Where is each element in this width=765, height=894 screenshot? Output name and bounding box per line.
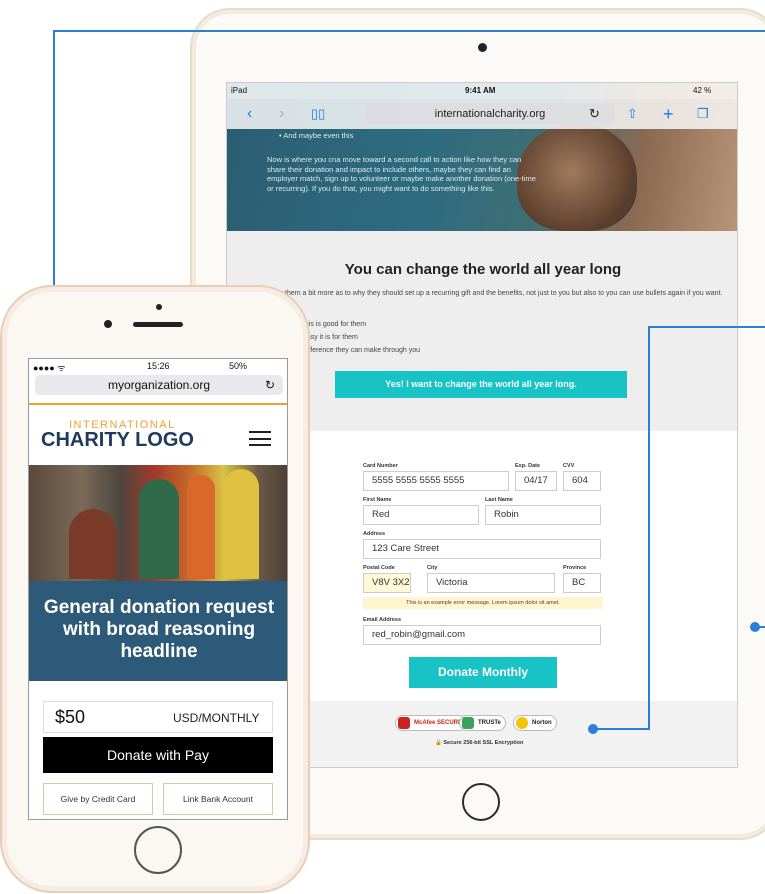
first-name-label: First Name [363,497,392,503]
card-number-input[interactable]: 5555 5555 5555 5555 [363,471,509,491]
device-label: iPad [231,86,248,95]
first-name-input[interactable]: Red [363,505,479,525]
section-heading: You can change the world all year long [344,261,622,278]
iphone-camera [104,320,112,328]
city-label: City [427,565,438,571]
iphone-status-bar: ●●●● ᯤ 15:26 50% [29,359,287,373]
bullet-item: easy it is for them [303,334,358,341]
last-name-input[interactable]: Robin [485,505,601,525]
photo-figure [69,509,117,579]
reload-icon[interactable]: ↻ [265,375,275,395]
ipad-status-bar: iPad 9:41 AM 42 % [227,83,737,99]
headline: General donation request with broad reas… [43,597,275,662]
iphone-speaker [133,322,183,327]
amount-value: $50 [55,707,86,727]
apple-pay-button[interactable]: Donate with Pay [43,737,273,773]
callout-line [648,326,650,730]
donate-monthly-button[interactable]: Donate Monthly [409,657,557,688]
truste-check-icon [462,717,474,729]
cvv-input[interactable]: 604 [563,471,601,491]
status-time: 15:26 [147,361,170,371]
address-bar[interactable]: myorganization.org ↻ [35,375,283,395]
credit-card-button[interactable]: Give by Credit Card [43,783,153,815]
iphone-sensor [156,304,162,310]
tabs-icon[interactable]: ❐ [697,104,709,124]
recurring-cta-button[interactable]: Yes! I want to change the world all year… [335,371,627,398]
postal-code-input[interactable]: V8V 3X2 [363,573,411,593]
new-tab-icon[interactable]: + [663,104,674,124]
exp-date-input[interactable]: 04/17 [515,471,557,491]
mcafee-badge: McAfee SECURE [395,715,468,731]
forward-icon[interactable]: › [279,104,284,124]
callout-line [648,326,765,328]
bookmarks-icon[interactable]: ▯▯ [311,104,325,124]
reload-icon[interactable]: ↻ [589,104,600,124]
battery-percent: 50% [229,361,248,371]
hero-bullet: • And maybe even this [279,131,354,140]
card-number-label: Card Number [363,463,398,469]
callout-dot [750,622,760,632]
logo-main-text: CHARITY LOGO [41,429,194,451]
cvv-label: CVV [563,463,575,469]
city-input[interactable]: Victoria [427,573,555,593]
truste-badge: TRUSTe [459,715,506,731]
norton-badge: Norton [513,715,557,731]
section-paragraph: them a bit more as to why they should se… [285,290,723,297]
ipad-home-button[interactable] [462,783,500,821]
bullet-item: this is good for them [303,321,367,328]
back-icon[interactable]: ‹ [247,104,252,124]
callout-line [53,30,765,32]
hamburger-menu-icon[interactable] [249,431,271,446]
address-label: Address [363,531,386,537]
share-icon[interactable]: ⇧ [627,104,638,124]
hero-text: Now is where you cna move toward a secon… [267,155,536,193]
callout-line [596,728,650,730]
error-message: This is an example error message. Lorem … [363,597,603,609]
lock-icon: 🔒 [435,740,442,746]
mcafee-shield-icon [398,717,410,729]
postal-code-label: Postal Code [363,565,395,571]
province-label: Province [563,565,587,571]
status-time: 9:41 AM [465,86,496,95]
province-input[interactable]: BC [563,573,601,593]
last-name-label: Last Name [485,497,513,503]
exp-date-label: Exp. Date [515,463,541,469]
bank-account-button[interactable]: Link Bank Account [163,783,273,815]
signal-icon: ●●●● ᯤ [33,363,66,373]
ssl-text: 🔒 Secure 256-bit SSL Encryption [435,740,524,746]
address-bar[interactable]: internationalcharity.org [365,104,615,124]
safari-toolbar: ‹ › ▯▯ internationalcharity.org ↻ ⇧ + ❐ [227,99,737,129]
email-label: Email Address [363,617,402,623]
address-input[interactable]: 123 Care Street [363,539,601,559]
photo-figure [223,469,259,579]
ipad-camera [478,43,487,52]
callout-dot [588,724,598,734]
norton-check-icon [516,717,528,729]
photo-figure [187,475,215,579]
battery-percent: 42 % [693,86,712,95]
iphone-home-button[interactable] [134,826,182,874]
email-input[interactable]: red_robin@gmail.com [363,625,601,645]
photo-figure [139,479,179,579]
currency-label: USD/MONTHLY [173,711,260,725]
iphone-screen: ●●●● ᯤ 15:26 50% myorganization.org ↻ INT… [28,358,288,820]
bullet-item: difference they can make through you [303,347,421,354]
